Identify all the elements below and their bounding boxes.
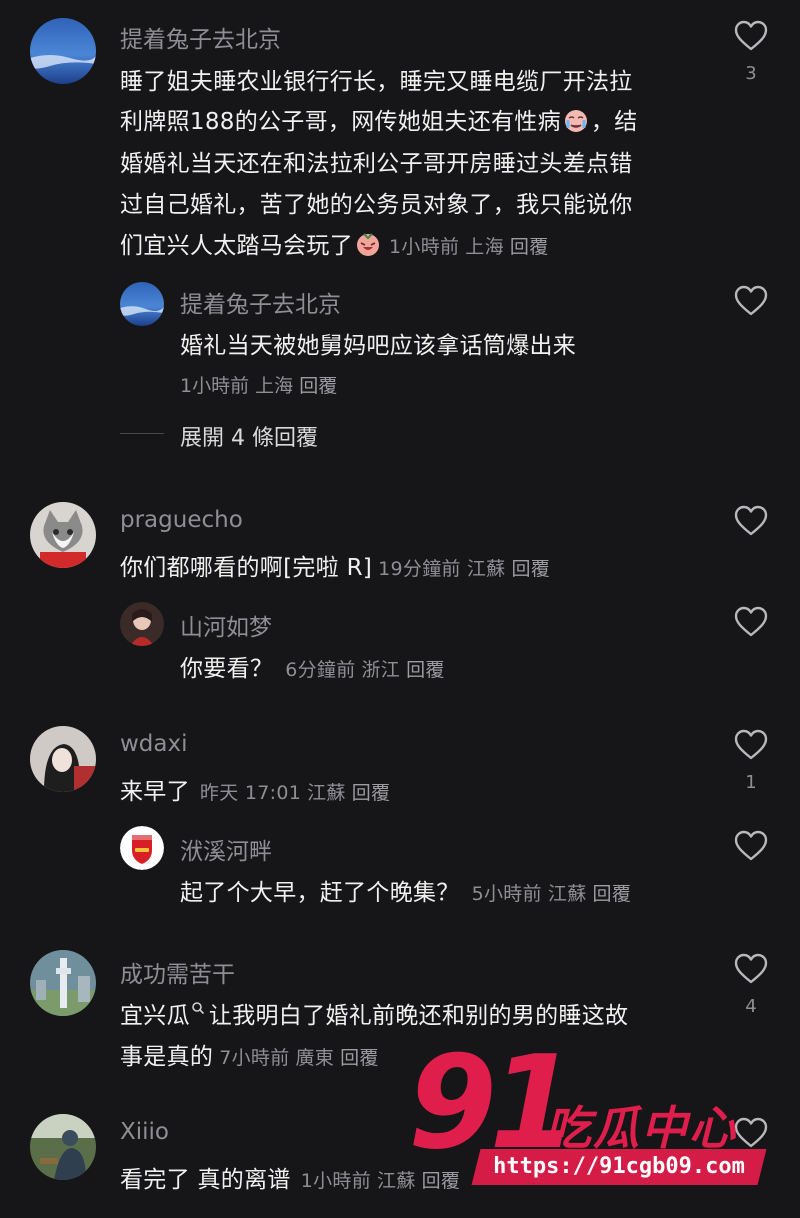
comment-time: 1小時前 — [180, 375, 250, 397]
like-count: 1 — [745, 772, 757, 793]
comment-text-line: 们宜兴人太踏马会玩了 1小時前 上海 回覆 — [120, 233, 549, 259]
comment-location: 江蘇 — [307, 782, 346, 804]
reply-button[interactable]: 回覆 — [593, 883, 632, 905]
comment-time: 6分鐘前 — [285, 659, 356, 681]
watermark-url: https://91cgb09.com — [493, 1154, 745, 1179]
comment-username[interactable]: 洑溪河畔 — [180, 832, 272, 866]
comment-time: 7小時前 — [219, 1047, 290, 1069]
search-icon[interactable] — [191, 1001, 205, 1015]
crying-face-emoji-icon — [564, 110, 587, 132]
heart-outline-icon[interactable] — [734, 830, 768, 862]
comment-username[interactable]: wdaxi — [120, 731, 188, 757]
comment-time: 19分鐘前 — [378, 558, 461, 580]
comment-text: 你要看？ — [180, 656, 274, 682]
heart-outline-icon[interactable] — [734, 505, 768, 537]
avatar[interactable] — [120, 282, 164, 326]
comment-text-line: 来早了 昨天 17:01 江蘇 回覆 — [120, 772, 390, 806]
comment-username[interactable]: 成功需苦干 — [120, 955, 235, 989]
comment-username[interactable]: 提着兔子去北京 — [120, 20, 281, 54]
comment-text-line: 利牌照188的公子哥，网传她姐夫还有性病 ，结 — [120, 109, 638, 135]
comment-time: 1小時前 — [389, 236, 460, 258]
reply-button[interactable]: 回覆 — [352, 782, 391, 804]
comment-username[interactable]: 山河如梦 — [180, 608, 272, 642]
comment-text-line: 过自己婚礼，苦了她的公务员对象了，我只能说你 — [120, 192, 633, 218]
reply-button[interactable]: 回覆 — [299, 375, 337, 397]
avatar[interactable] — [30, 726, 96, 792]
comment-text-line: 事是真的 7小時前 廣東 回覆 — [120, 1044, 379, 1070]
comment-location: 上海 — [465, 236, 504, 258]
comment-text-line: 宜兴瓜 让我明白了婚礼前晚还和别的男的睡这故 — [120, 1001, 629, 1029]
avatar[interactable] — [30, 18, 96, 84]
comment-time: 1小時前 — [300, 1170, 372, 1192]
heart-outline-icon[interactable] — [734, 20, 768, 52]
comment-text-line: 睡了姐夫睡农业银行行长，睡完又睡电缆厂开法拉 — [120, 69, 633, 95]
like-count: 3 — [745, 63, 757, 84]
expand-replies-button[interactable]: 展開 4 條回覆 — [180, 420, 318, 452]
comment-text: 你们都哪看的啊[完啦 R] — [120, 555, 373, 581]
like-count: 4 — [745, 996, 757, 1017]
comment-text: 来早了 — [120, 779, 190, 805]
comment-text: 看完了 真的离谱 — [120, 1167, 291, 1193]
avatar[interactable] — [30, 502, 96, 568]
comment-text-line: 你要看？ 6分鐘前 浙江 回覆 — [180, 649, 445, 683]
comment-location: 江蘇 — [466, 558, 506, 580]
comment-time: 昨天 17:01 — [199, 782, 302, 804]
search-term-link[interactable]: 宜兴瓜 — [120, 1003, 190, 1029]
comment-thread: 提着兔子去北京 睡了姐夫睡农业银行行长，睡完又睡电缆厂开法拉 利牌照188的公子… — [0, 0, 800, 1218]
comment-location: 廣東 — [295, 1047, 335, 1069]
avatar[interactable] — [30, 1114, 96, 1180]
comment-location: 上海 — [255, 375, 294, 397]
comment-text-line: 婚婚礼当天还在和法拉利公子哥开房睡过头差点错 — [120, 151, 633, 177]
heart-outline-icon[interactable] — [734, 953, 768, 985]
comment-username[interactable]: praguecho — [120, 507, 243, 533]
avatar[interactable] — [120, 602, 164, 646]
comment-time: 5小時前 — [471, 883, 542, 905]
comment-meta: 1小時前 上海 回覆 — [180, 371, 337, 398]
comment-username[interactable]: 提着兔子去北京 — [180, 285, 341, 319]
reply-button[interactable]: 回覆 — [510, 236, 549, 258]
comment-location: 江蘇 — [547, 883, 587, 905]
heart-outline-icon[interactable] — [734, 285, 768, 317]
heart-outline-icon[interactable] — [734, 729, 768, 761]
heart-outline-icon[interactable] — [734, 1117, 768, 1149]
comment-location: 浙江 — [361, 659, 401, 681]
comment-text: 婚礼当天被她舅妈吧应该拿话筒爆出来 — [180, 333, 577, 359]
watermark-url-banner: https://91cgb09.com — [471, 1149, 767, 1185]
comment-text: 起了个大早，赶了个晚集？ — [180, 880, 460, 906]
heart-outline-icon[interactable] — [734, 606, 768, 638]
comment-text-line: 你们都哪看的啊[完啦 R] 19分鐘前 江蘇 回覆 — [120, 548, 550, 582]
reply-button[interactable]: 回覆 — [511, 558, 550, 580]
avatar[interactable] — [30, 950, 96, 1016]
comment-text-line: 起了个大早，赶了个晚集？ 5小時前 江蘇 回覆 — [180, 873, 631, 907]
avatar[interactable] — [120, 826, 164, 870]
comment-username[interactable]: Xiiio — [120, 1119, 169, 1145]
reply-button[interactable]: 回覆 — [340, 1047, 379, 1069]
laughing-face-emoji-icon — [357, 233, 379, 256]
reply-button[interactable]: 回覆 — [406, 659, 445, 681]
divider — [120, 433, 164, 434]
